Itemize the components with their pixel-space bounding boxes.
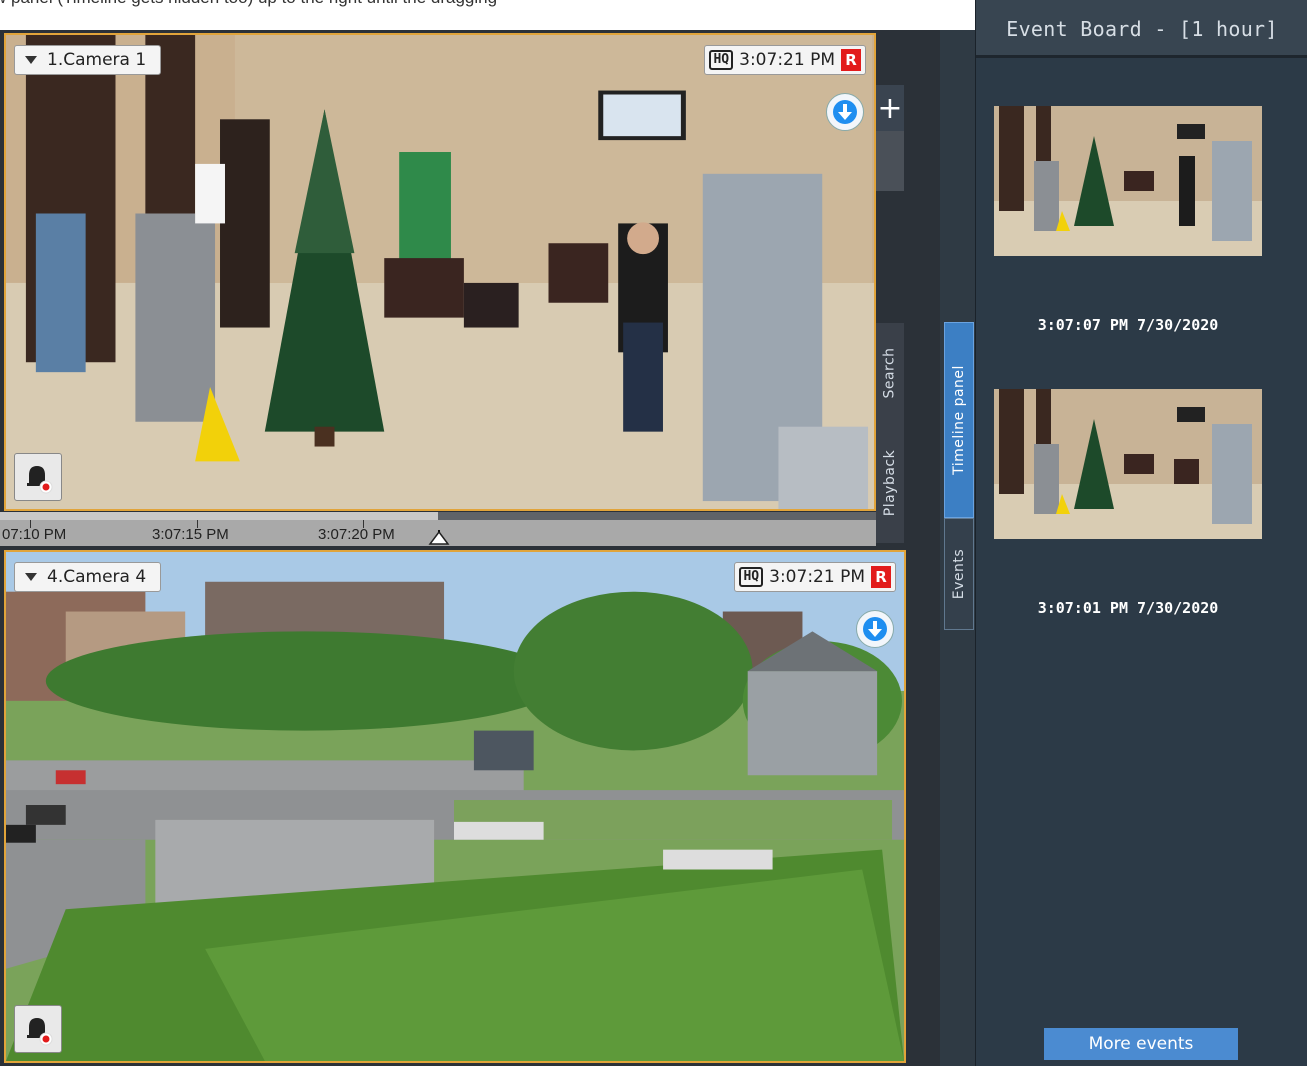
doc-caption-text: w panel (Timeline gets hidden too) up to… [0,0,497,8]
download-arrow-icon [833,100,857,124]
camera-4-status: HQ 3:07:21 PM R [734,562,896,592]
timeline-tick-label: 3:07:15 PM [152,526,229,543]
tab-timeline-panel[interactable]: Timeline panel [944,322,974,518]
timeline-bar[interactable]: 07:10 PM 3:07:15 PM 3:07:20 PM [0,512,876,546]
timeline-recorded-band [0,512,438,520]
camera-1-label[interactable]: 1.Camera 1 [14,45,162,75]
timeline-tick-label: 3:07:20 PM [318,526,395,543]
alarm-bell-icon [27,466,53,494]
more-events-button[interactable]: More events [1044,1028,1238,1060]
alarm-button[interactable] [14,453,62,501]
event-time: 3:07:07 PM 7/30/2020 [1037,316,1219,334]
tab-playback[interactable]: Playback [876,423,904,543]
zoom-in-button[interactable]: + [876,85,904,131]
camera-tile-1[interactable]: 1.Camera 1 HQ 3:07:21 PM R [4,33,876,511]
plus-icon: + [877,90,903,126]
timeline-tick-label: 07:10 PM [2,526,67,543]
event-item[interactable]: 3:07:01 PM 7/30/2020 [994,389,1262,617]
download-arrow-icon [863,617,887,641]
event-item[interactable]: 3:07:07 PM 7/30/2020 [994,106,1262,334]
camera-4-time: 3:07:21 PM [769,567,865,587]
camera-1-name: 1.Camera 1 [47,50,147,70]
alarm-bell-icon [27,1018,53,1046]
camera-tile-4[interactable]: 4.Camera 4 HQ 3:07:21 PM R [4,550,906,1063]
recording-indicator: R [841,49,861,71]
tab-events-label: Events [951,548,967,600]
video-surveillance-app: w panel (Timeline gets hidden too) up to… [0,0,1307,1066]
event-thumbnail[interactable] [994,389,1262,539]
camera-1-time: 3:07:21 PM [739,50,835,70]
timeline-future-band [438,512,876,520]
event-thumbnail[interactable] [994,106,1262,256]
event-board-panel: Event Board - [1 hour] 3:07:07 PM 7/30/2… [975,0,1307,1066]
hq-icon[interactable]: HQ [709,50,734,70]
camera-1-status: HQ 3:07:21 PM R [704,45,866,75]
camera-4-video-frame [6,552,904,1061]
export-button[interactable] [856,610,894,648]
tab-playback-label: Playback [882,449,898,517]
tab-events[interactable]: Events [944,518,974,630]
event-time: 3:07:01 PM 7/30/2020 [1037,599,1219,617]
dropdown-triangle-icon [25,573,37,581]
export-button[interactable] [826,93,864,131]
dropdown-triangle-icon [25,56,37,64]
camera-1-video-frame [6,35,874,509]
tab-timeline-label: Timeline panel [951,365,968,475]
camera-4-name: 4.Camera 4 [47,567,147,587]
recording-indicator: R [871,566,891,588]
zoom-slider-track[interactable] [876,131,904,191]
event-board-title: Event Board - [1 hour] [976,0,1307,58]
alarm-button[interactable] [14,1005,62,1053]
timeline-cursor-icon[interactable] [428,530,450,546]
camera-4-label[interactable]: 4.Camera 4 [14,562,162,592]
tab-search[interactable]: Search [876,323,904,423]
hq-icon[interactable]: HQ [739,567,764,587]
doc-caption-strip: w panel (Timeline gets hidden too) up to… [0,0,975,30]
tab-search-label: Search [882,347,899,399]
